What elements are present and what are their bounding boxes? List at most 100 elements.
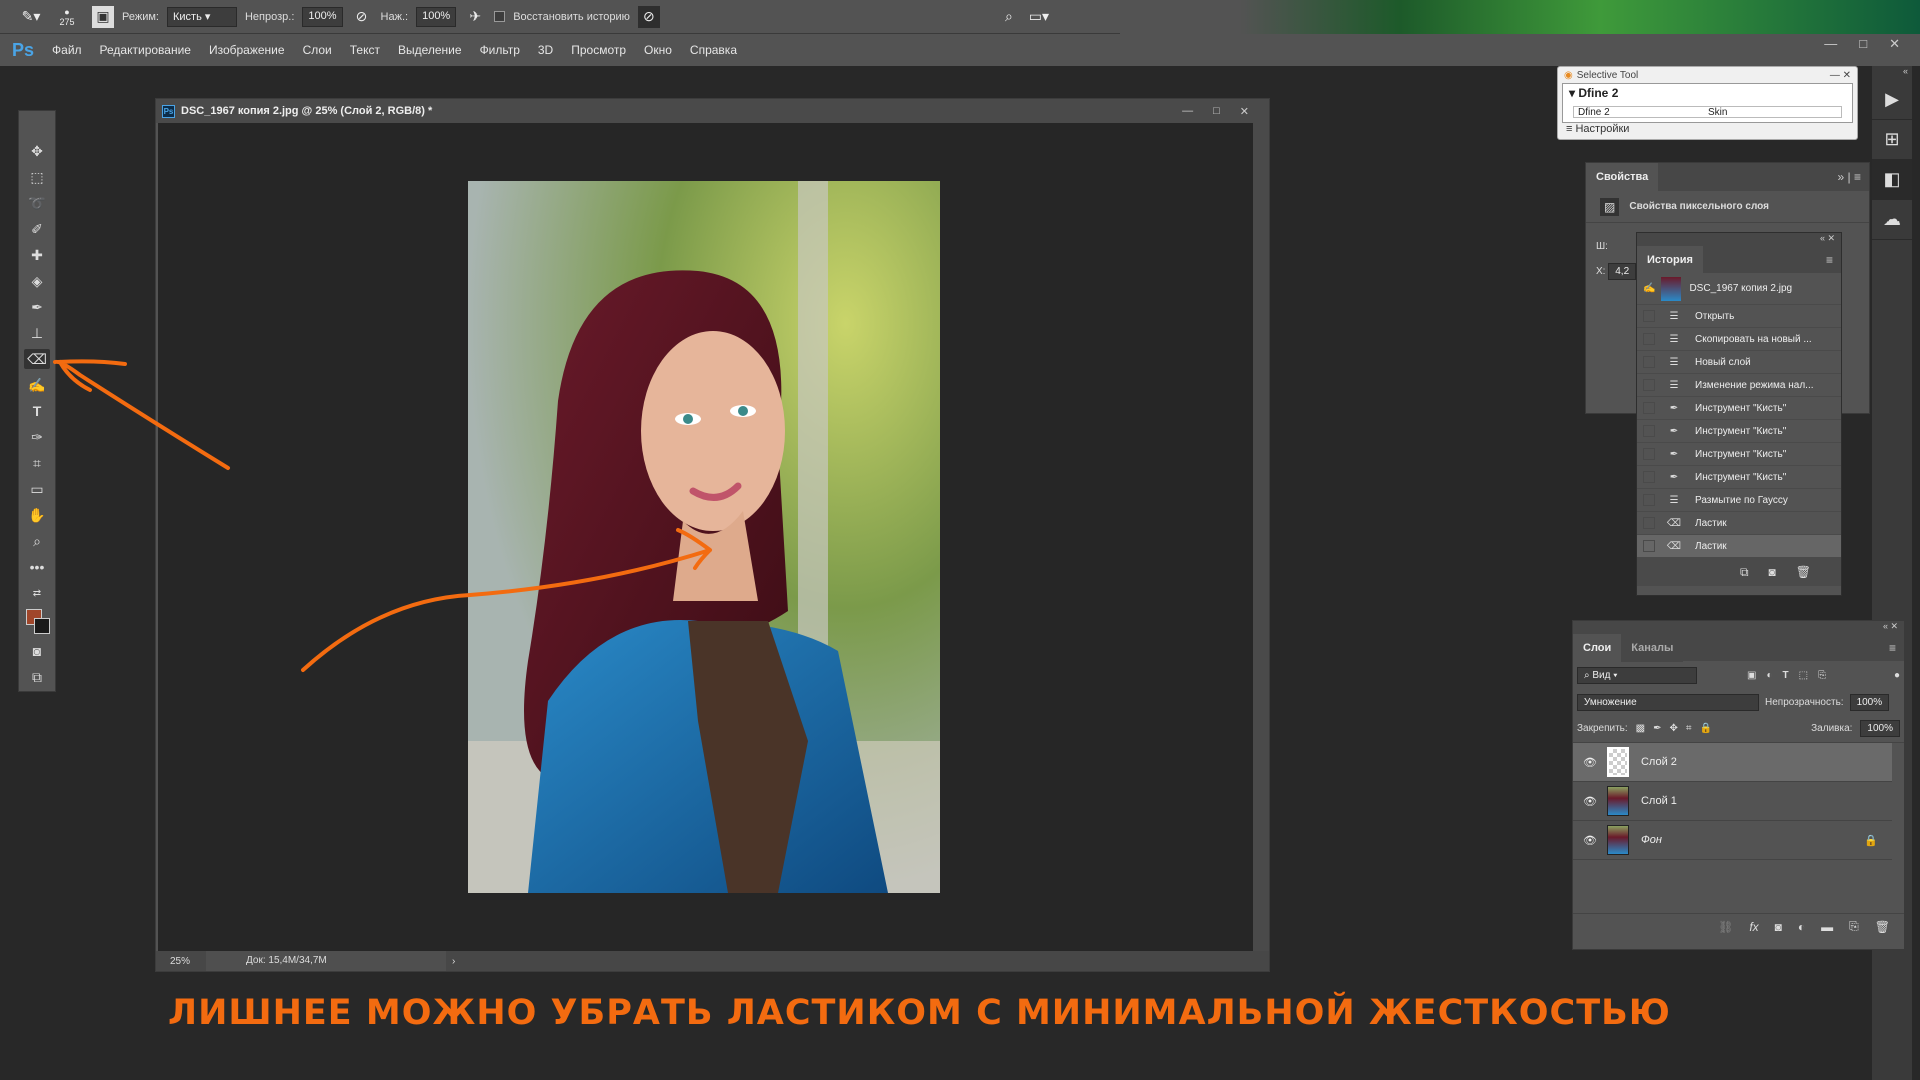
history-source-checkbox[interactable] [1643, 402, 1655, 414]
lock-all-icon[interactable]: 🔒 [1700, 723, 1712, 734]
filter-toggle[interactable]: ● [1894, 670, 1900, 681]
lock-artboard-icon[interactable]: ⌗ [1686, 723, 1692, 734]
menu-help[interactable]: Справка [690, 43, 737, 57]
search-icon[interactable]: ⌕ [998, 6, 1020, 28]
tab-history[interactable]: История [1637, 246, 1703, 274]
selective-tool-titlebar[interactable]: ◉ Selective Tool — ✕ [1558, 67, 1857, 83]
history-snapshot[interactable]: ✍ DSC_1967 копия 2.jpg [1637, 273, 1841, 305]
selective-col1[interactable]: Dfine 2 [1574, 107, 1704, 117]
menu-text[interactable]: Текст [350, 43, 380, 57]
new-layer-icon[interactable]: ⎘ [1849, 919, 1859, 934]
opacity-input[interactable]: 100% [302, 6, 343, 27]
adjustment-layer-icon[interactable]: ◐ [1798, 920, 1805, 934]
visibility-eye-icon[interactable]: 👁 [1583, 834, 1597, 847]
type-tool-icon[interactable]: T [24, 401, 50, 421]
paint-bucket-tool-icon[interactable]: ◈ [24, 271, 50, 291]
lasso-tool-icon[interactable]: ➰ [24, 193, 50, 213]
status-menu-arrow-icon[interactable]: › [452, 956, 455, 967]
layer-row[interactable]: 👁 Слой 2 [1573, 743, 1892, 782]
history-collapse-close[interactable]: « ✕ [1637, 233, 1841, 247]
zoom-tool-icon[interactable]: ⌕ [24, 531, 50, 551]
quick-mask-icon[interactable]: ◙ [24, 641, 50, 661]
tab-layers[interactable]: Слои [1573, 634, 1622, 662]
marquee-tool-icon[interactable]: ⬚ [24, 167, 50, 187]
filter-type-icon[interactable]: T [1783, 670, 1789, 681]
more-tools-icon[interactable]: ••• [24, 557, 50, 577]
filter-adjustment-icon[interactable]: ◐ [1766, 670, 1772, 681]
healing-tool-icon[interactable]: ✚ [24, 245, 50, 265]
quick-select-tool-icon[interactable]: ✐ [24, 219, 50, 239]
history-item[interactable]: ⌫ Ластик [1637, 535, 1841, 558]
mode-select[interactable]: Кисть ▾ [166, 6, 237, 27]
history-item[interactable]: ⌫ Ластик [1637, 512, 1841, 535]
menu-filter[interactable]: Фильтр [480, 43, 520, 57]
lock-position-icon[interactable]: ✥ [1670, 723, 1678, 734]
history-source-checkbox[interactable] [1643, 517, 1655, 529]
brush-panel-icon[interactable]: ▣ [92, 5, 114, 28]
selective-close-icon[interactable]: — ✕ [1830, 70, 1851, 81]
tab-channels[interactable]: Каналы [1621, 634, 1684, 662]
new-document-from-state-icon[interactable]: ⧉ [1740, 565, 1749, 580]
group-folder-icon[interactable]: ▬ [1821, 920, 1833, 934]
layer-style-fx-icon[interactable]: fx [1749, 920, 1758, 934]
selective-group[interactable]: ▾ Dfine 2 [1563, 84, 1852, 102]
history-item[interactable]: ☰ Новый слой [1637, 351, 1841, 374]
layer-row[interactable]: 👁 Слой 1 [1573, 782, 1892, 821]
tab-properties[interactable]: Свойства [1586, 163, 1659, 191]
layer-name[interactable]: Фон [1641, 834, 1662, 846]
history-item[interactable]: ☰ Открыть [1637, 305, 1841, 328]
minimize-icon[interactable]: — [1824, 36, 1837, 52]
maximize-icon[interactable]: □ [1859, 36, 1867, 52]
history-item[interactable]: ✒ Инструмент "Кисть" [1637, 420, 1841, 443]
history-menu-icon[interactable]: ≡ [1826, 253, 1841, 267]
history-item[interactable]: ✒ Инструмент "Кисть" [1637, 397, 1841, 420]
dock-collapse-icon[interactable]: « [1872, 66, 1912, 80]
vertical-scrollbar[interactable] [1253, 123, 1269, 951]
visibility-eye-icon[interactable]: 👁 [1583, 756, 1597, 769]
history-item[interactable]: ☰ Изменение режима нал... [1637, 374, 1841, 397]
pressure-opacity-icon[interactable]: ⊘ [351, 6, 373, 28]
selective-col2[interactable]: Skin [1704, 107, 1727, 117]
history-brush-source-icon[interactable]: ✍ [1643, 283, 1655, 294]
eraser-tool-icon[interactable]: ⌫ [24, 349, 50, 369]
history-source-checkbox[interactable] [1643, 333, 1655, 345]
close-icon[interactable]: ✕ [1889, 36, 1900, 52]
portrait-photo[interactable] [468, 181, 940, 893]
properties-menu-icon[interactable]: » | ≡ [1838, 170, 1869, 184]
menu-window[interactable]: Окно [644, 43, 672, 57]
swap-colors-icon[interactable]: ⇄ [24, 583, 50, 603]
pressure-size-icon[interactable]: ⊘ [637, 5, 660, 28]
workspace-icon[interactable]: ▭▾ [1028, 6, 1050, 28]
layer-name[interactable]: Слой 1 [1641, 795, 1677, 807]
layer-filter-select[interactable]: ⌕ Вид ▾ [1577, 666, 1697, 684]
selective-settings-tab[interactable]: ≡ Настройки [1558, 123, 1857, 135]
brush-preset-picker[interactable]: ● 275 [50, 6, 84, 28]
eraser-tool-preset-icon[interactable]: ✎▾ [20, 6, 42, 28]
flow-input[interactable]: 100% [416, 6, 457, 27]
doc-close-icon[interactable]: ✕ [1240, 105, 1249, 118]
filter-pixel-icon[interactable]: ▣ [1747, 670, 1756, 681]
history-source-checkbox[interactable] [1643, 494, 1655, 506]
layer-opacity-input[interactable]: 100% [1849, 693, 1890, 711]
camera-snapshot-icon[interactable]: ◙ [1769, 565, 1776, 579]
rectangle-tool-icon[interactable]: ▭ [24, 479, 50, 499]
history-source-checkbox[interactable] [1643, 425, 1655, 437]
move-tool-icon[interactable]: ✥ [24, 141, 50, 161]
layers-menu-icon[interactable]: ≡ [1889, 641, 1904, 655]
history-source-checkbox[interactable] [1643, 356, 1655, 368]
creative-cloud-icon[interactable]: ☁ [1872, 200, 1912, 240]
history-source-checkbox[interactable] [1643, 310, 1655, 322]
lock-pixels-icon[interactable]: ✒ [1653, 723, 1661, 734]
restore-history-checkbox[interactable] [494, 11, 506, 22]
layer-name[interactable]: Слой 2 [1641, 756, 1677, 768]
history-brush-tool-icon[interactable]: ✍ [24, 375, 50, 395]
history-item[interactable]: ☰ Скопировать на новый ... [1637, 328, 1841, 351]
airbrush-icon[interactable]: ✈ [464, 6, 486, 28]
zoom-level[interactable]: 25% [156, 956, 206, 967]
history-source-checkbox[interactable] [1643, 448, 1655, 460]
layers-collapse-close[interactable]: « ✕ [1573, 621, 1904, 635]
blend-mode-select[interactable]: Умножение [1577, 693, 1759, 711]
crop-tool-icon[interactable]: ⌗ [24, 453, 50, 473]
menu-select[interactable]: Выделение [398, 43, 462, 57]
add-mask-icon[interactable]: ◙ [1775, 920, 1782, 934]
